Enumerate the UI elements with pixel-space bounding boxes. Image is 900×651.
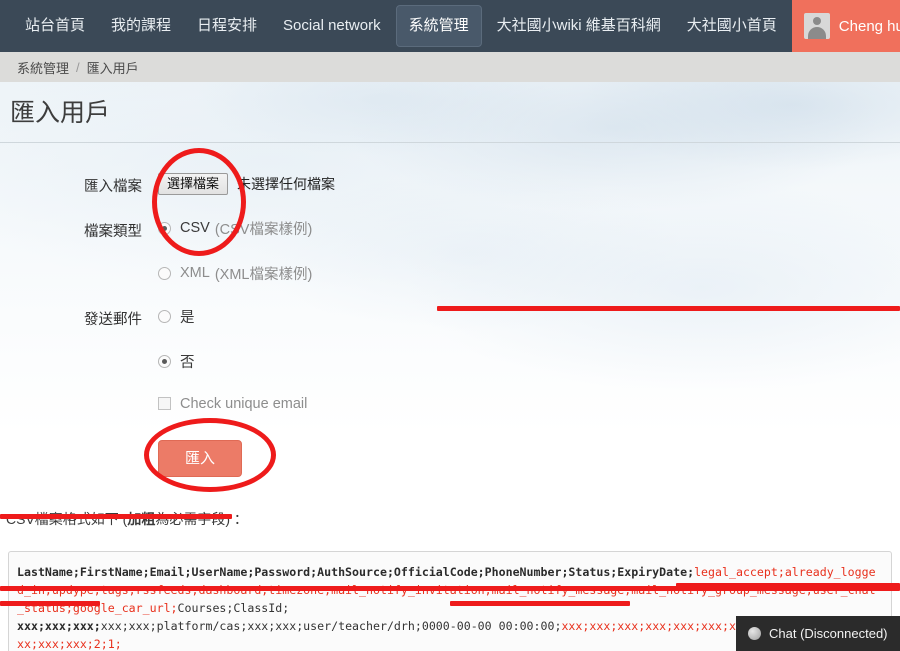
import-submit-button[interactable]: 匯入 [158,440,242,477]
nav-item-site-home[interactable]: 站台首頁 [14,9,96,43]
choose-file-button[interactable]: 選擇檔案 [158,173,228,195]
send-mail-label: 發送郵件 [0,306,158,329]
xml-sample-link[interactable]: (XML檔案樣例) [215,263,312,284]
filetype-row-label: 檔案類型 [0,218,158,241]
nav-item-social-network[interactable]: Social network [272,9,392,43]
user-menu[interactable]: Cheng hui ▼ [792,0,900,52]
checkbox-option-unique-email[interactable]: Check unique email [158,396,900,412]
nav-item-system-admin[interactable]: 系統管理 [396,5,482,47]
radio-option-csv[interactable]: CSV (CSV檔案樣例) [158,218,900,239]
checkbox-unique-email[interactable] [158,397,171,410]
radio-mail-no-label: 否 [180,351,195,372]
chat-widget[interactable]: Chat (Disconnected) [736,616,900,651]
breadcrumb-parent[interactable]: 系統管理 [17,58,69,77]
radio-option-xml[interactable]: XML (XML檔案樣例) [158,263,900,284]
radio-xml[interactable] [158,267,171,280]
radio-mail-yes[interactable] [158,310,171,323]
code-sample-plain: xxx;xxx;platform/cas;xxx;xxx;user/teache… [101,619,562,633]
chat-status-dot-icon [748,627,761,640]
file-input-line: 選擇檔案 未選擇任何檔案 [158,173,900,195]
top-navigation-bar: 站台首頁 我的課程 日程安排 Social network 系統管理 大社國小w… [0,0,900,52]
user-name-label: Cheng hui [839,18,900,35]
chat-status-label: Chat (Disconnected) [769,626,888,641]
file-status-text: 未選擇任何檔案 [237,174,335,194]
radio-xml-label: XML [180,265,210,281]
import-user-form: 匯入檔案 選擇檔案 未選擇任何檔案 檔案類型 CSV (CSV檔案樣例) XML [0,143,900,477]
nav-item-wiki[interactable]: 大社國小wiki 維基百科網 [486,9,672,43]
file-row-label: 匯入檔案 [0,173,158,196]
form-row-filetype: 檔案類型 CSV (CSV檔案樣例) XML (XML檔案樣例) [0,218,900,284]
csv-note-middle: 為必需字段) ： [155,511,248,527]
page-title: 匯入用戶 [0,82,900,143]
csv-sample-link[interactable]: (CSV檔案樣例) [215,218,312,239]
csv-format-note: CSV檔案格式如下 (加粗為必需字段) ： [0,477,900,529]
radio-mail-no[interactable] [158,355,171,368]
radio-mail-yes-label: 是 [180,306,195,327]
breadcrumb: 系統管理 / 匯入用戶 [0,52,900,82]
nav-item-my-courses[interactable]: 我的課程 [100,9,182,43]
code-sample-bold: xxx;xxx;xxx; [17,619,101,633]
send-mail-field: 是 否 Check unique email [158,306,900,412]
filetype-row-field: CSV (CSV檔案樣例) XML (XML檔案樣例) [158,218,900,284]
radio-option-mail-no[interactable]: 否 [158,351,900,372]
form-row-submit: 匯入 [0,434,900,477]
nav-item-schedule[interactable]: 日程安排 [186,9,268,43]
user-avatar-icon [804,13,830,39]
breadcrumb-current: 匯入用戶 [87,58,139,77]
radio-csv-label: CSV [180,220,210,236]
radio-csv[interactable] [158,222,171,235]
file-row-field: 選擇檔案 未選擇任何檔案 [158,173,900,195]
form-row-send-mail: 發送郵件 是 否 Check unique email [0,306,900,412]
code-required-header: LastName;FirstName;Email;UserName;Passwo… [17,565,694,579]
breadcrumb-separator: / [76,60,80,75]
csv-note-bold: 加粗 [127,511,155,527]
nav-item-school-home[interactable]: 大社國小首頁 [676,9,788,43]
code-tail-header: Courses;ClassId; [178,601,290,615]
checkbox-unique-email-label: Check unique email [180,396,307,412]
csv-note-prefix: CSV檔案格式如下 ( [6,511,127,527]
form-row-file: 匯入檔案 選擇檔案 未選擇任何檔案 [0,173,900,196]
nav-items-list: 站台首頁 我的課程 日程安排 Social network 系統管理 大社國小w… [0,0,792,52]
radio-option-mail-yes[interactable]: 是 [158,306,900,327]
main-content: 匯入用戶 匯入檔案 選擇檔案 未選擇任何檔案 檔案類型 CSV (CSV檔案樣例… [0,82,900,651]
